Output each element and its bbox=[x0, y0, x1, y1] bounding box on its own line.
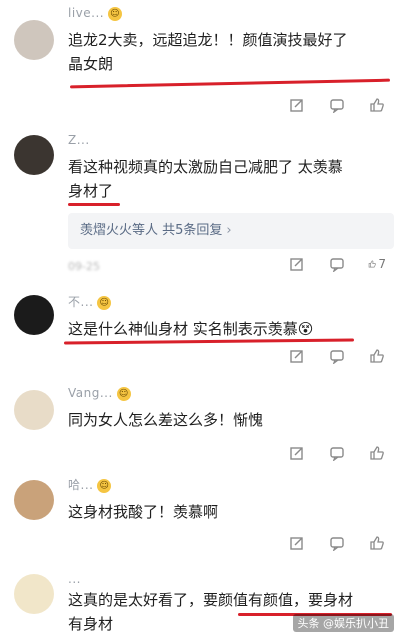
avatar[interactable] bbox=[14, 390, 54, 430]
comment-item: Vang... ☺ 同为女人怎么差这么多！惭愧 bbox=[0, 378, 402, 468]
comment-icon[interactable] bbox=[328, 347, 346, 365]
comment-icon[interactable] bbox=[328, 96, 346, 114]
comment-actions bbox=[288, 96, 386, 114]
username[interactable]: Z... bbox=[68, 133, 90, 147]
comment-item: Z... 看这种视频真的太激励自己减肥了 太羡慕 身材了 羡熠火火等人 共5条回… bbox=[0, 125, 402, 285]
comment-text: 看这种视频真的太激励自己减肥了 太羡慕 身材了 bbox=[68, 158, 343, 200]
comment-item: 不... ☺ 这是什么神仙身材 实名制表示羡慕😵 bbox=[0, 285, 402, 375]
avatar[interactable] bbox=[14, 295, 54, 335]
emoji-badge-icon: ☺ bbox=[116, 386, 131, 401]
username[interactable]: 哈... ☺ bbox=[68, 476, 112, 493]
comment-icon[interactable] bbox=[328, 534, 346, 552]
comment-actions bbox=[288, 444, 386, 462]
username[interactable]: ... bbox=[68, 572, 81, 586]
avatar[interactable] bbox=[14, 574, 54, 614]
thumbs-up-icon[interactable] bbox=[368, 534, 386, 552]
chevron-right-icon: › bbox=[226, 223, 232, 238]
comment-item: 哈... ☺ 这身材我酸了！羡慕啊 bbox=[0, 468, 402, 568]
comment-text: 这是什么神仙身材 实名制表示羡慕😵 bbox=[68, 320, 314, 338]
thumbs-up-icon[interactable]: 7 bbox=[368, 255, 386, 273]
comment-icon[interactable] bbox=[328, 255, 346, 273]
comment-text: 这身材我酸了！羡慕啊 bbox=[68, 503, 219, 521]
highlight-underline bbox=[68, 203, 120, 206]
avatar[interactable] bbox=[14, 20, 54, 60]
watermark: 头条 @娱乐扒小丑 bbox=[292, 614, 394, 632]
comment-item: live... ☺ 追龙2大卖，远超追龙！！颜值演技最好了 晶女朗 bbox=[0, 0, 402, 125]
comment-text: 同为女人怎么差这么多！惭愧 bbox=[68, 411, 264, 429]
thumbs-up-icon[interactable] bbox=[368, 96, 386, 114]
username[interactable]: live... ☺ bbox=[68, 6, 123, 21]
avatar[interactable] bbox=[14, 135, 54, 175]
replies-link[interactable]: 羡熠火火等人 共5条回复 › bbox=[68, 213, 394, 249]
username[interactable]: Vang... ☺ bbox=[68, 386, 131, 401]
share-icon[interactable] bbox=[288, 534, 306, 552]
emoji-badge-icon: ☺ bbox=[108, 6, 123, 21]
share-icon[interactable] bbox=[288, 347, 306, 365]
share-icon[interactable] bbox=[288, 444, 306, 462]
emoji-badge-icon: ☺ bbox=[97, 478, 112, 493]
emoji-badge-icon: ☺ bbox=[97, 295, 112, 310]
share-icon[interactable] bbox=[288, 255, 306, 273]
comment-actions bbox=[288, 347, 386, 365]
comment-actions: 7 bbox=[288, 255, 386, 273]
thumbs-up-icon[interactable] bbox=[368, 347, 386, 365]
share-icon[interactable] bbox=[288, 96, 306, 114]
comment-icon[interactable] bbox=[328, 444, 346, 462]
timestamp: 09-25 bbox=[68, 260, 100, 273]
comment-actions bbox=[288, 534, 386, 552]
comment-text: 追龙2大卖，远超追龙！！颜值演技最好了 晶女朗 bbox=[68, 31, 348, 73]
thumbs-up-icon[interactable] bbox=[368, 444, 386, 462]
avatar[interactable] bbox=[14, 480, 54, 520]
like-count: 7 bbox=[378, 257, 386, 271]
username[interactable]: 不... ☺ bbox=[68, 293, 112, 310]
highlight-underline bbox=[70, 78, 390, 89]
